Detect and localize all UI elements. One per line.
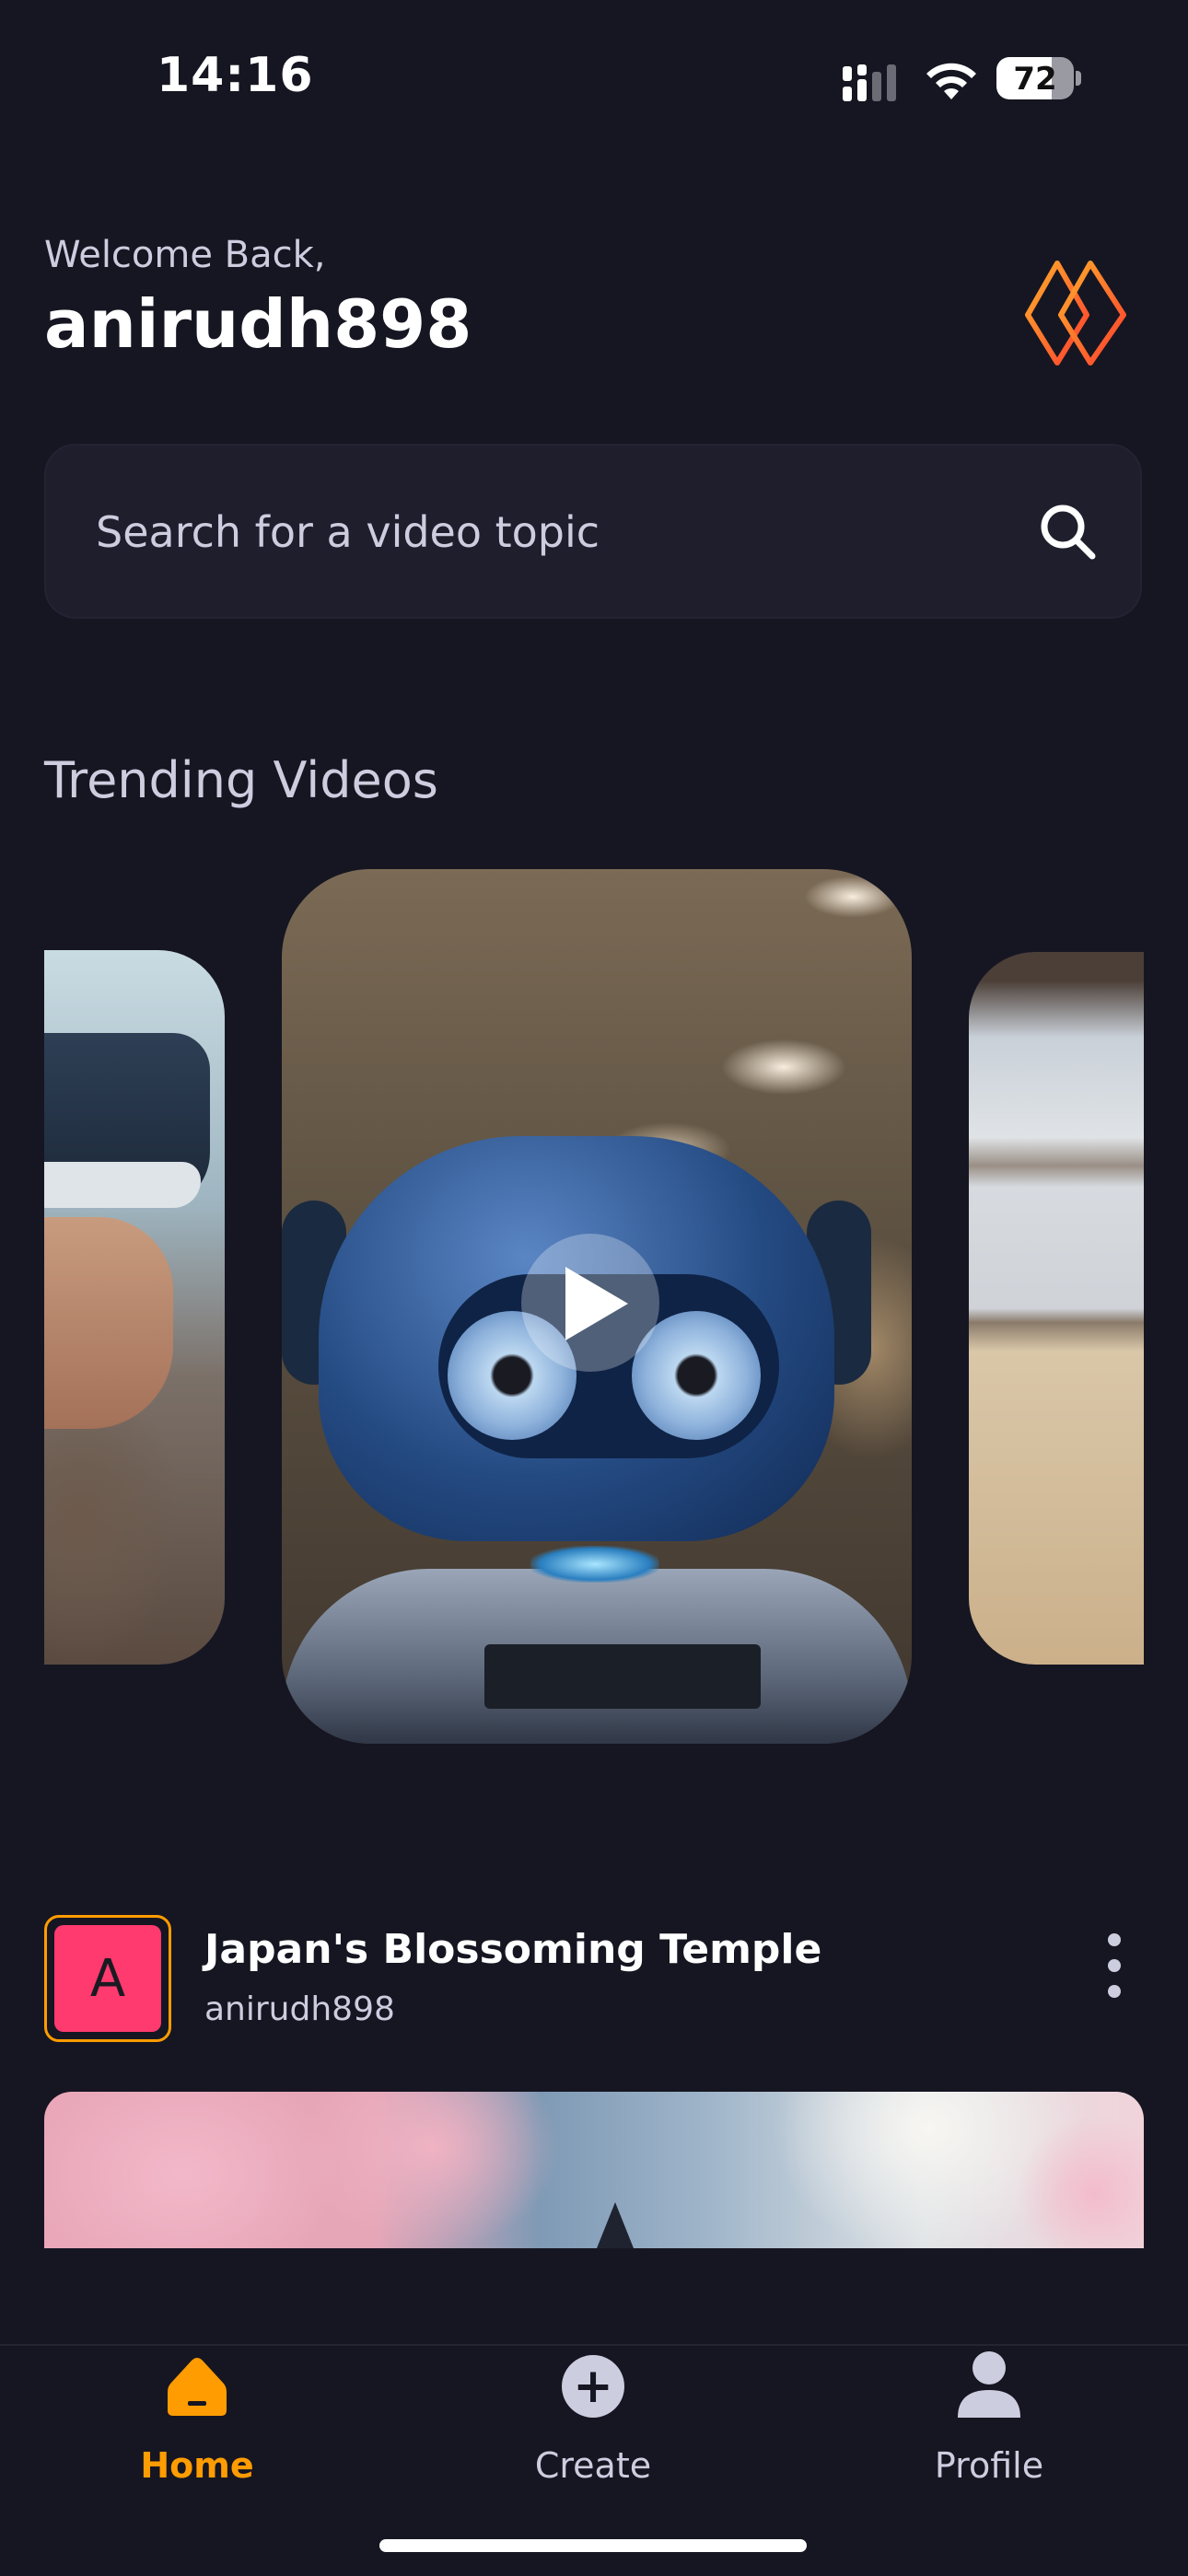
video-thumbnail-temple[interactable] xyxy=(44,2092,1144,2248)
tab-profile-label: Profile xyxy=(934,2445,1044,2486)
pagoda-image xyxy=(597,2202,634,2248)
video-title[interactable]: Japan's Blossoming Temple xyxy=(204,1926,821,1973)
wifi-icon xyxy=(926,63,976,99)
tab-create-label: Create xyxy=(534,2445,652,2486)
cellular-signal-icon xyxy=(843,64,896,101)
play-button[interactable] xyxy=(521,1234,659,1372)
trending-videos-heading: Trending Videos xyxy=(44,751,438,809)
more-options-icon[interactable] xyxy=(1101,1933,1129,1998)
home-icon xyxy=(168,2358,227,2416)
trending-video-card-robot[interactable] xyxy=(282,869,912,1744)
username-heading: anirudh898 xyxy=(44,285,472,363)
tab-home[interactable]: Home xyxy=(59,2344,335,2501)
trending-video-card-vr[interactable] xyxy=(44,950,225,1665)
robot-chest-panel xyxy=(484,1644,761,1709)
avatar-letter: A xyxy=(54,1925,161,2032)
flame-logo-icon xyxy=(1025,261,1126,366)
search-icon[interactable] xyxy=(1037,501,1098,562)
user-icon xyxy=(958,2351,1020,2418)
battery-percent: 72 xyxy=(1013,61,1057,98)
trending-video-card-office[interactable] xyxy=(969,952,1144,1665)
search-input[interactable] xyxy=(94,446,1000,619)
battery-icon: 72 xyxy=(996,57,1081,101)
robot-neck-light xyxy=(530,1546,659,1583)
tab-create[interactable]: + Create xyxy=(455,2344,731,2501)
home-indicator xyxy=(379,2539,807,2552)
tab-home-label: Home xyxy=(140,2445,254,2486)
status-time: 14:16 xyxy=(157,48,314,103)
plus-circle-icon: + xyxy=(562,2355,624,2418)
video-thumbnail-person xyxy=(44,1217,173,1429)
tab-profile[interactable]: Profile xyxy=(851,2344,1127,2501)
search-bar xyxy=(44,444,1142,619)
welcome-text: Welcome Back, xyxy=(44,234,326,276)
play-icon xyxy=(565,1267,628,1340)
video-author[interactable]: anirudh898 xyxy=(204,1990,395,2028)
vr-headset-strap xyxy=(44,1162,201,1208)
avatar[interactable]: A xyxy=(44,1915,171,2042)
